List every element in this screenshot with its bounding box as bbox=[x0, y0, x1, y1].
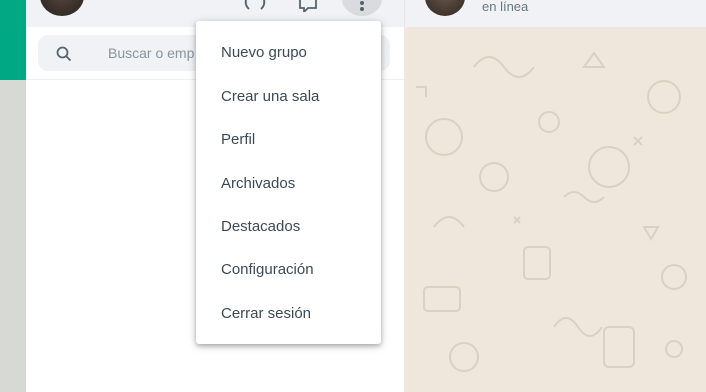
menu-item-archived[interactable]: Archivados bbox=[196, 164, 381, 204]
menu-icon bbox=[360, 1, 364, 11]
menu-button[interactable] bbox=[342, 0, 382, 16]
chat-wallpaper bbox=[416, 51, 687, 372]
app-backdrop bbox=[0, 80, 26, 392]
menu-item-starred[interactable]: Destacados bbox=[196, 207, 381, 247]
options-menu: Nuevo grupo Crear una sala Perfil Archiv… bbox=[196, 21, 381, 344]
app-top-band bbox=[0, 0, 26, 80]
contact-status: en línea bbox=[482, 0, 529, 14]
status-icon[interactable] bbox=[243, 0, 267, 12]
menu-item-new-group[interactable]: Nuevo grupo bbox=[196, 33, 381, 73]
user-avatar[interactable] bbox=[40, 0, 84, 16]
menu-item-log-out[interactable]: Cerrar sesión bbox=[196, 294, 381, 334]
contact-avatar[interactable] bbox=[425, 0, 465, 16]
new-chat-icon[interactable] bbox=[296, 0, 320, 12]
menu-item-settings[interactable]: Configuración bbox=[196, 250, 381, 290]
conversation-header[interactable]: en línea bbox=[404, 0, 706, 27]
conversation-panel: en línea bbox=[404, 0, 706, 392]
menu-item-create-room[interactable]: Crear una sala bbox=[196, 77, 381, 117]
menu-item-profile[interactable]: Perfil bbox=[196, 120, 381, 160]
search-icon bbox=[56, 46, 72, 62]
search-input[interactable] bbox=[108, 35, 208, 71]
